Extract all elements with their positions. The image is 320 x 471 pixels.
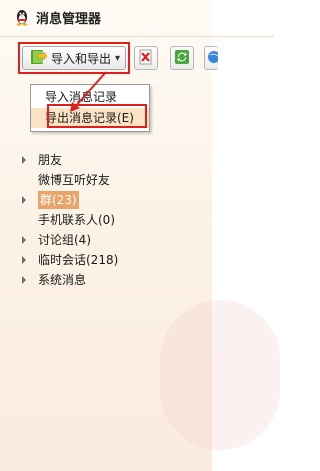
qq-penguin-icon (14, 8, 30, 26)
globe-icon (205, 49, 218, 68)
window-title: 消息管理器 (36, 11, 102, 27)
delete-button[interactable] (134, 46, 158, 70)
tree-item-weibo-friends[interactable]: 微博互听好友 (0, 171, 200, 189)
tree-item-groups[interactable]: 群(23) (0, 191, 200, 209)
refresh-button[interactable] (170, 46, 194, 70)
tree-item-label: 讨论组(4) (38, 233, 91, 247)
tree-item-temp-sessions[interactable]: 临时会话(218) (0, 251, 200, 269)
expand-arrow-icon[interactable] (22, 156, 26, 164)
globe-button[interactable] (204, 46, 218, 70)
tree-item-label: 朋友 (38, 153, 63, 167)
expand-arrow-icon[interactable] (22, 276, 26, 284)
tree-item-friends[interactable]: 朋友 (0, 151, 200, 169)
tree-item-discussion-groups[interactable]: 讨论组(4) (0, 231, 200, 249)
expand-arrow-icon[interactable] (22, 196, 26, 204)
refresh-icon (174, 49, 190, 68)
tree-item-label: 临时会话(218) (38, 253, 119, 267)
tree-item-label: 群(23) (38, 191, 79, 209)
delete-icon (138, 49, 154, 68)
arrow-pointer-icon (70, 71, 107, 112)
background-watermark (160, 300, 280, 450)
toolbar-divider (0, 36, 274, 37)
expand-arrow-icon[interactable] (22, 236, 26, 244)
tree-item-label: 微博互听好友 (38, 173, 111, 187)
expand-arrow-icon[interactable] (22, 256, 26, 264)
tree-item-label: 系统消息 (38, 273, 87, 287)
tree-item-mobile-contacts[interactable]: 手机联系人(0) (0, 211, 200, 229)
tree-item-label: 手机联系人(0) (38, 213, 115, 227)
title-bar: 消息管理器 (14, 6, 101, 28)
tree-item-system-messages[interactable]: 系统消息 (0, 271, 200, 289)
